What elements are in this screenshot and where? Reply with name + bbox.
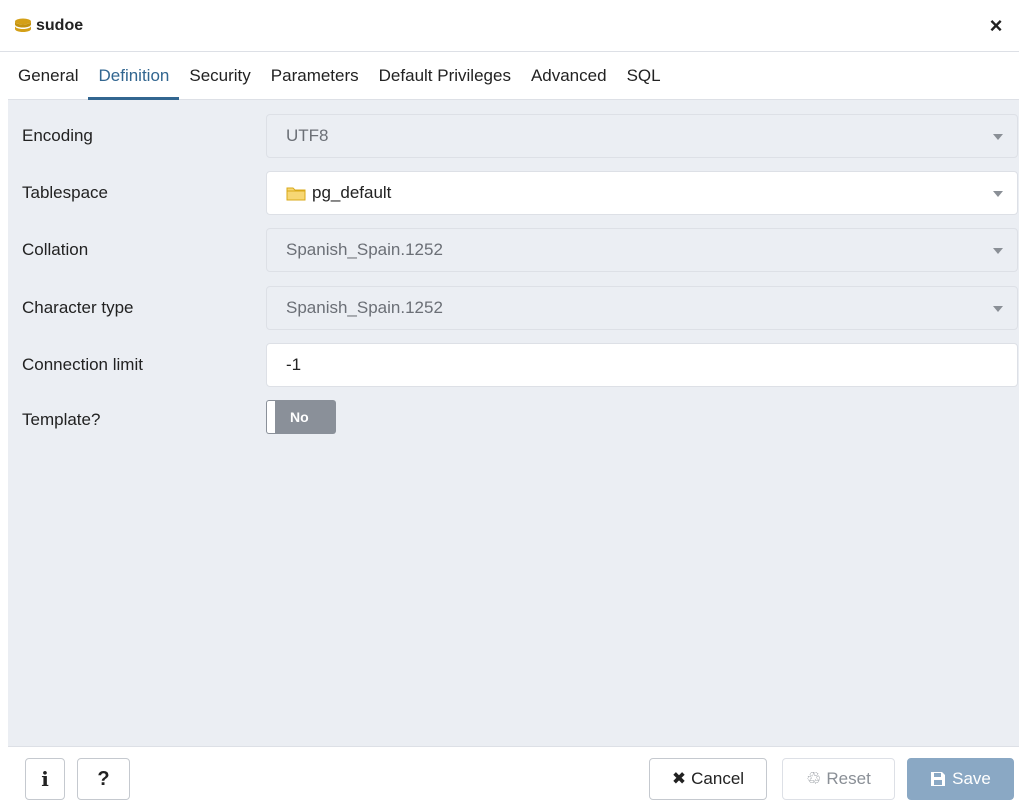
connection-limit-input[interactable]: -1	[266, 343, 1018, 387]
character-type-select[interactable]: Spanish_Spain.1252	[266, 286, 1018, 330]
connection-limit-value: -1	[286, 355, 302, 374]
dialog-footer: i ? ✖ Cancel ♲ Reset Save	[8, 746, 1019, 803]
collation-select[interactable]: Spanish_Spain.1252	[266, 228, 1018, 272]
encoding-label: Encoding	[22, 126, 93, 145]
template-toggle[interactable]: No	[266, 400, 336, 434]
tab-parameters[interactable]: Parameters	[261, 52, 369, 99]
create-database-dialog: sudoe × General Definition Security Para…	[0, 0, 1019, 803]
tablespace-label: Tablespace	[22, 183, 109, 202]
tablespace-row: Tablespace pg_default	[8, 171, 1019, 215]
dialog-title-bar: sudoe ×	[0, 0, 1019, 52]
chevron-down-icon	[993, 306, 1003, 312]
cancel-button[interactable]: ✖ Cancel	[649, 758, 767, 800]
encoding-row: Encoding UTF8	[8, 114, 1019, 158]
close-icon: ✖	[671, 769, 687, 788]
tab-security[interactable]: Security	[179, 52, 260, 99]
encoding-value: UTF8	[286, 126, 329, 145]
tablespace-select[interactable]: pg_default	[266, 171, 1018, 215]
cancel-label: Cancel	[691, 769, 745, 788]
tab-advanced[interactable]: Advanced	[521, 52, 617, 99]
dialog-title: sudoe	[36, 16, 84, 34]
info-icon: i	[41, 767, 49, 791]
save-label: Save	[952, 769, 991, 788]
connection-limit-row: Connection limit -1	[8, 343, 1019, 387]
character-type-row: Character type Spanish_Spain.1252	[8, 286, 1019, 330]
help-icon: ?	[97, 767, 110, 790]
collation-value: Spanish_Spain.1252	[286, 240, 443, 259]
encoding-select[interactable]: UTF8	[266, 114, 1018, 158]
template-row: Template?	[8, 398, 1019, 442]
collation-row: Collation Spanish_Spain.1252	[8, 228, 1019, 272]
recycle-icon: ♲	[806, 769, 822, 788]
save-button[interactable]: Save	[907, 758, 1014, 800]
tab-definition[interactable]: Definition	[88, 52, 180, 100]
tablespace-value: pg_default	[312, 183, 392, 202]
toggle-knob	[267, 401, 275, 433]
tab-sql[interactable]: SQL	[617, 52, 671, 99]
template-label: Template?	[22, 410, 101, 429]
tab-default-privileges[interactable]: Default Privileges	[369, 52, 521, 99]
database-icon	[14, 18, 32, 34]
character-type-label: Character type	[22, 298, 134, 317]
chevron-down-icon	[993, 134, 1003, 140]
help-button[interactable]: ?	[77, 758, 130, 800]
save-icon	[930, 771, 946, 787]
close-icon[interactable]: ×	[985, 15, 1007, 37]
template-toggle-state: No	[290, 409, 309, 425]
folder-icon	[286, 185, 306, 201]
tab-general[interactable]: General	[8, 52, 88, 99]
tab-bar: General Definition Security Parameters D…	[8, 52, 1019, 100]
definition-form: Encoding UTF8 Tablespace pg_default Coll…	[8, 100, 1019, 746]
character-type-value: Spanish_Spain.1252	[286, 298, 443, 317]
info-button[interactable]: i	[25, 758, 65, 800]
reset-label: Reset	[826, 769, 871, 788]
chevron-down-icon	[993, 191, 1003, 197]
collation-label: Collation	[22, 240, 89, 259]
chevron-down-icon	[993, 248, 1003, 254]
reset-button[interactable]: ♲ Reset	[782, 758, 895, 800]
connection-limit-label: Connection limit	[22, 355, 143, 374]
